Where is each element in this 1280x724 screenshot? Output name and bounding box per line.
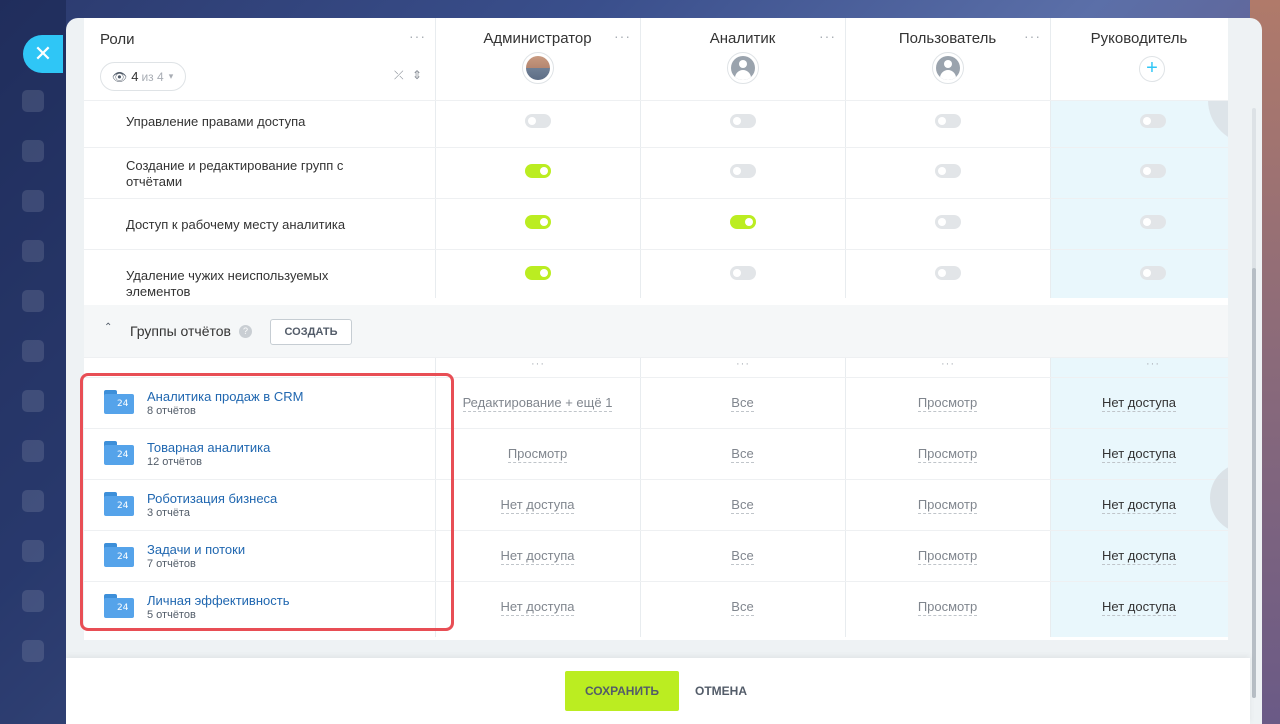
menu-icon[interactable] (22, 590, 44, 612)
menu-icon[interactable] (22, 640, 44, 662)
access-level-link[interactable]: Просмотр (845, 599, 1050, 616)
permission-toggle[interactable] (525, 114, 551, 128)
help-icon[interactable]: ? (239, 325, 252, 338)
close-icon: ✕ (33, 41, 53, 66)
column-more-icon[interactable]: ··· (614, 28, 631, 44)
access-level-link[interactable]: Нет доступа (1050, 395, 1228, 412)
column-more-icon[interactable]: ··· (819, 28, 836, 44)
eye-icon: 👁 (112, 69, 128, 84)
access-level-link[interactable]: Нет доступа (1050, 497, 1228, 514)
access-level-link[interactable]: Нет доступа (1050, 548, 1228, 565)
permission-label: Удаление чужих неиспользуемых элементов (126, 268, 329, 299)
permission-label: Создание и редактирование групп с отчёта… (126, 158, 344, 189)
permission-toggle[interactable] (935, 164, 961, 178)
permission-toggle[interactable] (1140, 266, 1166, 280)
save-button[interactable]: СОХРАНИТЬ (565, 671, 679, 711)
footer-bar: СОХРАНИТЬ ОТМЕНА (66, 658, 1250, 724)
chevron-up-icon[interactable]: ⌃ (104, 322, 112, 333)
access-level-link[interactable]: Все (640, 599, 845, 616)
permission-toggle[interactable] (730, 266, 756, 280)
access-level-link[interactable]: Все (640, 548, 845, 565)
column-more-icon[interactable]: ··· (1024, 28, 1041, 44)
access-level-link[interactable]: Нет доступа (435, 548, 640, 565)
permission-label: Доступ к рабочему месту аналитика (126, 217, 346, 232)
permission-toggle[interactable] (730, 114, 756, 128)
avatar-photo (526, 56, 550, 80)
access-level-link[interactable]: Просмотр (845, 548, 1050, 565)
access-level-link[interactable]: Нет доступа (1050, 446, 1228, 463)
menu-icon[interactable] (22, 190, 44, 212)
highlight-frame (80, 373, 454, 631)
access-level-link[interactable]: Все (640, 497, 845, 514)
column-more-icon[interactable]: ··· (736, 358, 750, 370)
chevron-down-icon: ▾ (168, 71, 174, 81)
permission-toggle[interactable] (935, 114, 961, 128)
menu-icon[interactable] (22, 390, 44, 412)
column-more-icon[interactable]: ··· (1146, 358, 1160, 370)
access-level-link[interactable]: Нет доступа (435, 599, 640, 616)
permission-label: Управление правами доступа (126, 114, 306, 129)
user-icon (731, 56, 755, 80)
access-level-link[interactable]: Все (640, 395, 845, 412)
user-icon (936, 56, 960, 80)
create-group-button[interactable]: СОЗДАТЬ (270, 319, 352, 345)
left-rail (0, 0, 66, 724)
column-manager[interactable]: Руководитель (1050, 30, 1228, 47)
permission-toggle[interactable] (935, 266, 961, 280)
avatar[interactable] (522, 52, 554, 84)
highlight-column (1050, 100, 1228, 298)
permission-toggle[interactable] (525, 266, 551, 280)
menu-icon[interactable] (22, 440, 44, 462)
access-level-link[interactable]: Просмотр (435, 446, 640, 463)
permission-toggle[interactable] (1140, 164, 1166, 178)
scrollbar-thumb[interactable] (1252, 268, 1256, 698)
visible-count: 4 (131, 69, 139, 84)
access-level-link[interactable]: Все (640, 446, 845, 463)
cancel-button[interactable]: ОТМЕНА (688, 671, 754, 711)
column-admin[interactable]: Администратор (435, 30, 640, 47)
permission-toggle[interactable] (1140, 114, 1166, 128)
permission-toggle[interactable] (1140, 215, 1166, 229)
access-level-link[interactable]: Нет доступа (1050, 599, 1228, 616)
roles-more-icon[interactable]: ··· (409, 28, 426, 44)
column-user[interactable]: Пользователь (845, 30, 1050, 47)
expand-icon[interactable]: ⇕ (412, 68, 422, 82)
close-slider-button[interactable]: ✕ (23, 35, 63, 73)
access-level-link[interactable]: Редактирование + ещё 1 (435, 395, 640, 412)
add-icon[interactable]: + (1139, 56, 1165, 82)
report-groups-header (84, 305, 1228, 357)
menu-icon[interactable] (22, 340, 44, 362)
menu-icon[interactable] (22, 90, 44, 112)
roles-label: Роли (100, 31, 135, 48)
menu-icon[interactable] (22, 490, 44, 512)
avatar[interactable] (932, 52, 964, 84)
menu-icon[interactable] (22, 140, 44, 162)
permission-toggle[interactable] (730, 215, 756, 229)
permission-toggle[interactable] (935, 215, 961, 229)
access-level-link[interactable]: Просмотр (845, 395, 1050, 412)
menu-icon[interactable] (22, 290, 44, 312)
access-level-link[interactable]: Просмотр (845, 446, 1050, 463)
collapse-icon[interactable]: ⤫ (394, 68, 404, 83)
menu-icon[interactable] (22, 540, 44, 562)
column-more-icon[interactable]: ··· (941, 358, 955, 370)
permission-toggle[interactable] (525, 164, 551, 178)
access-level-link[interactable]: Просмотр (845, 497, 1050, 514)
access-level-link[interactable]: Нет доступа (435, 497, 640, 514)
roles-filter-pill[interactable]: 👁 4 из 4 ▾ (100, 62, 186, 91)
report-groups-title: Группы отчётов (130, 323, 231, 339)
avatar[interactable] (727, 52, 759, 84)
total-count: из 4 (141, 69, 164, 84)
column-analyst[interactable]: Аналитик (640, 30, 845, 47)
permission-toggle[interactable] (525, 215, 551, 229)
menu-icon[interactable] (22, 240, 44, 262)
permission-toggle[interactable] (730, 164, 756, 178)
column-more-icon[interactable]: ··· (531, 358, 545, 370)
